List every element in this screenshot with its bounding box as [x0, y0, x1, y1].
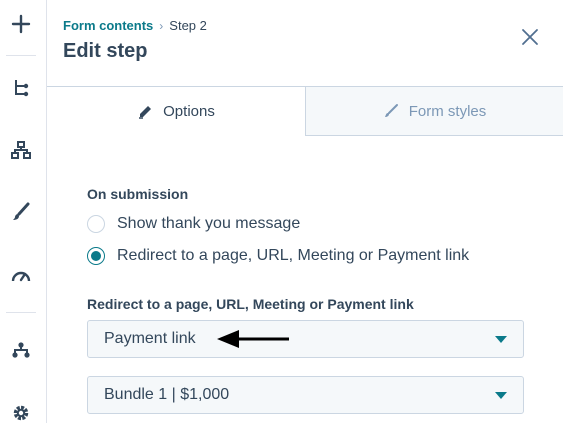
tree-icon[interactable] [9, 76, 33, 100]
close-button[interactable] [519, 26, 541, 48]
settings-icon[interactable] [9, 401, 33, 425]
tab-bar: Options Form styles [47, 86, 563, 136]
pencil-icon [139, 105, 152, 119]
tab-options-label: Options [163, 103, 215, 120]
radio-label: Redirect to a page, URL, Meeting or Paym… [117, 247, 470, 264]
add-icon[interactable] [9, 12, 33, 36]
rail-divider [6, 55, 36, 56]
workflow-icon[interactable] [9, 338, 33, 362]
edit-step-panel: Form contents › Step 2 Edit step Options… [47, 0, 563, 423]
radio-checked[interactable] [87, 247, 105, 265]
redirect-type-value: Payment link [104, 330, 196, 347]
gauge-icon[interactable] [9, 263, 33, 287]
chevron-right-icon: › [159, 18, 164, 33]
payment-link-select[interactable]: Bundle 1 | $1,000 [87, 376, 524, 414]
brush-icon [384, 104, 398, 117]
caret-down-icon [495, 392, 507, 399]
close-icon [522, 29, 538, 45]
radio-label: Show thank you message [117, 215, 301, 232]
breadcrumb-link-form-contents[interactable]: Form contents [63, 18, 153, 33]
tab-options[interactable]: Options [47, 87, 306, 136]
radio-unchecked[interactable] [87, 215, 105, 233]
on-submission-label: On submission [87, 186, 189, 202]
rail-divider [6, 312, 36, 313]
breadcrumb: Form contents › Step 2 [63, 18, 207, 33]
left-icon-rail [0, 0, 47, 423]
page-title: Edit step [63, 40, 148, 62]
caret-down-icon [495, 336, 507, 343]
radio-show-thank-you[interactable]: Show thank you message [87, 215, 300, 233]
breadcrumb-current: Step 2 [169, 18, 207, 33]
payment-link-value: Bundle 1 | $1,000 [104, 386, 230, 403]
radio-redirect[interactable]: Redirect to a page, URL, Meeting or Paym… [87, 247, 469, 265]
tab-form-styles[interactable]: Form styles [306, 87, 563, 136]
hierarchy-icon[interactable] [9, 138, 33, 162]
brush-icon[interactable] [9, 200, 33, 224]
redirect-type-select[interactable]: Payment link [87, 320, 524, 358]
radio-dot [91, 251, 101, 261]
redirect-label: Redirect to a page, URL, Meeting or Paym… [87, 296, 414, 312]
tab-form-styles-label: Form styles [408, 102, 487, 120]
arrow-left-icon [217, 329, 291, 354]
